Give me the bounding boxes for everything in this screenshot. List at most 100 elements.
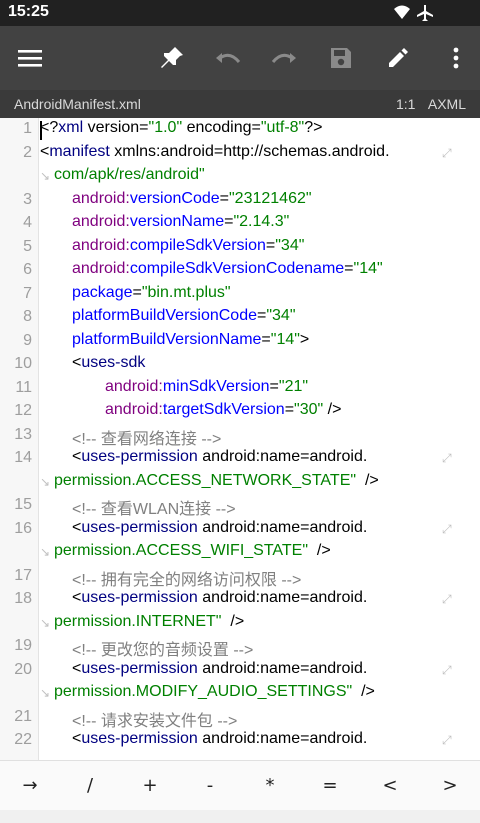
code-editor[interactable]: 1 <?xml version="1.0" encoding="utf-8"?> 2… <box>0 118 480 760</box>
line-number: 22 <box>14 731 32 748</box>
symbol-key[interactable]: / <box>60 761 120 811</box>
symbol-key[interactable]: * <box>240 761 300 811</box>
code-line[interactable]: 19 <!-- 更改您的音频设置 --> <box>0 635 480 659</box>
code-line[interactable]: 8 platformBuildVersionCode="34" <box>0 306 480 330</box>
line-number: 20 <box>14 660 32 678</box>
code-text: <!-- 拥有完全的网络访问权限 --> <box>72 571 302 589</box>
code-line[interactable]: 12 android:targetSdkVersion="30" /> <box>0 400 480 424</box>
symbol-key[interactable]: = <box>300 761 360 811</box>
code-line[interactable]: 7 package="bin.mt.plus" <box>0 283 480 307</box>
pencil-icon <box>389 48 408 67</box>
code-text: android:minSdkVersion="21" <box>105 377 309 395</box>
code-line[interactable]: 22 <uses-permission android:name=android.… <box>0 729 480 753</box>
code-line[interactable]: permission.MODIFY_AUDIO_SETTINGS" /> ↘ <box>0 682 480 706</box>
symbol-key[interactable]: < <box>360 761 420 811</box>
code-text: <uses-permission android:name=android. <box>72 730 368 747</box>
code-line[interactable]: 17 <!-- 拥有完全的网络访问权限 --> <box>0 565 480 589</box>
pin-icon <box>161 47 183 68</box>
code-line[interactable]: 16 <uses-permission android:name=android.… <box>0 518 480 542</box>
code-text: <uses-permission android:name=android. <box>72 448 368 465</box>
symbol-key[interactable]: > <box>420 761 480 811</box>
code-text: android:compileSdkVersionCodename="14" <box>72 260 383 277</box>
code-text: permission.ACCESS_NETWORK_STATE" /> <box>54 471 379 489</box>
code-text: <uses-permission android:name=android. <box>72 518 368 536</box>
line-number: 21 <box>14 707 32 725</box>
redo-button[interactable] <box>260 34 308 82</box>
code-text: android:compileSdkVersion="34" <box>72 236 305 254</box>
code-text: <uses-permission android:name=android. <box>72 659 368 677</box>
code-line[interactable]: 13 <!-- 查看网络连接 --> <box>0 424 480 448</box>
code-text: <!-- 更改您的音频设置 --> <box>72 642 254 659</box>
code-line[interactable]: com/apk/res/android" ↘ <box>0 165 480 189</box>
wrap-end-icon: ⤢ <box>442 662 452 677</box>
wrap-start-icon: ↘ <box>40 474 51 489</box>
code-text: permission.INTERNET" /> <box>54 612 245 630</box>
save-icon <box>331 48 351 68</box>
pin-button[interactable] <box>148 34 196 82</box>
more-options-button[interactable] <box>432 34 480 82</box>
code-line[interactable]: 1 <?xml version="1.0" encoding="utf-8"?> <box>0 118 480 142</box>
wrap-start-icon: ↘ <box>40 686 51 700</box>
code-text: <!-- 请求安装文件包 --> <box>72 712 238 730</box>
wrap-end-icon: ⤢ <box>442 145 452 160</box>
line-number: 6 <box>23 261 32 278</box>
wrap-end-icon: ⤢ <box>442 451 452 465</box>
line-number: 14 <box>14 449 32 466</box>
undo-button[interactable] <box>204 34 252 82</box>
wrap-end-icon: ⤢ <box>442 521 452 536</box>
redo-icon <box>271 53 296 63</box>
code-text: platformBuildVersionName="14"> <box>72 330 310 348</box>
status-bar: 15:25 <box>0 0 480 26</box>
code-line[interactable]: 14 <uses-permission android:name=android.… <box>0 447 480 471</box>
symbol-key[interactable]: - <box>180 761 240 811</box>
line-number: 11 <box>15 378 32 396</box>
line-number: 19 <box>14 637 32 654</box>
menu-button[interactable] <box>6 34 54 82</box>
line-number: 17 <box>14 566 32 584</box>
code-line[interactable]: 3 android:versionCode="23121462" <box>0 189 480 213</box>
line-number: 1 <box>23 120 32 137</box>
line-number: 7 <box>23 284 32 302</box>
code-line[interactable]: 2 <manifest xmlns:android=http://schemas.… <box>0 142 480 166</box>
code-line[interactable]: 6 android:compileSdkVersionCodename="14" <box>0 259 480 283</box>
code-text: <!-- 查看WLAN连接 --> <box>72 501 236 518</box>
code-line[interactable]: 18 <uses-permission android:name=android.… <box>0 588 480 612</box>
code-line[interactable]: permission.ACCESS_NETWORK_STATE" /> ↘ <box>0 471 480 495</box>
code-text: android:targetSdkVersion="30" /> <box>105 401 342 418</box>
code-text: <uses-permission android:name=android. <box>72 589 368 606</box>
file-name: AndroidManifest.xml <box>14 96 141 112</box>
line-number: 5 <box>23 237 32 255</box>
code-text: android:versionCode="23121462" <box>72 189 312 207</box>
line-number: 8 <box>23 308 32 325</box>
wifi-airplane-icons <box>394 5 433 21</box>
line-number: 3 <box>23 190 32 208</box>
menu-icon <box>18 50 42 67</box>
wrap-end-icon: ⤢ <box>442 733 452 747</box>
line-number: 16 <box>14 519 32 537</box>
status-time: 15:25 <box>8 3 49 20</box>
code-text: <uses-sdk <box>72 354 146 371</box>
code-line[interactable]: permission.ACCESS_WIFI_STATE" /> ↘ <box>0 541 480 565</box>
undo-icon <box>216 53 241 63</box>
more-vert-icon <box>453 47 459 69</box>
symbol-key[interactable]: + <box>120 761 180 811</box>
code-text: platformBuildVersionCode="34" <box>72 307 296 324</box>
code-text: package="bin.mt.plus" <box>72 283 231 301</box>
code-text: <manifest xmlns:android=http://schemas.a… <box>40 142 390 160</box>
code-line[interactable]: 9 platformBuildVersionName="14"> <box>0 330 480 354</box>
file-info-bar: AndroidManifest.xml 1:1 AXML <box>0 90 480 118</box>
edit-button[interactable] <box>374 34 422 82</box>
symbol-key[interactable]: → <box>0 761 60 811</box>
navigation-bar <box>0 810 480 823</box>
code-line[interactable]: 10 <uses-sdk <box>0 353 480 377</box>
code-line[interactable]: 5 android:compileSdkVersion="34" <box>0 236 480 260</box>
code-line[interactable]: 11 android:minSdkVersion="21" <box>0 377 480 401</box>
save-button[interactable] <box>317 34 365 82</box>
code-text: permission.MODIFY_AUDIO_SETTINGS" /> <box>54 683 375 700</box>
code-text: permission.ACCESS_WIFI_STATE" /> <box>54 542 331 559</box>
code-line[interactable]: permission.INTERNET" /> ↘ <box>0 612 480 636</box>
code-line[interactable]: 4 android:versionName="2.14.3" <box>0 212 480 236</box>
code-line[interactable]: 15 <!-- 查看WLAN连接 --> <box>0 494 480 518</box>
code-line[interactable]: 21 <!-- 请求安装文件包 --> <box>0 706 480 730</box>
code-line[interactable]: 20 <uses-permission android:name=android.… <box>0 659 480 683</box>
